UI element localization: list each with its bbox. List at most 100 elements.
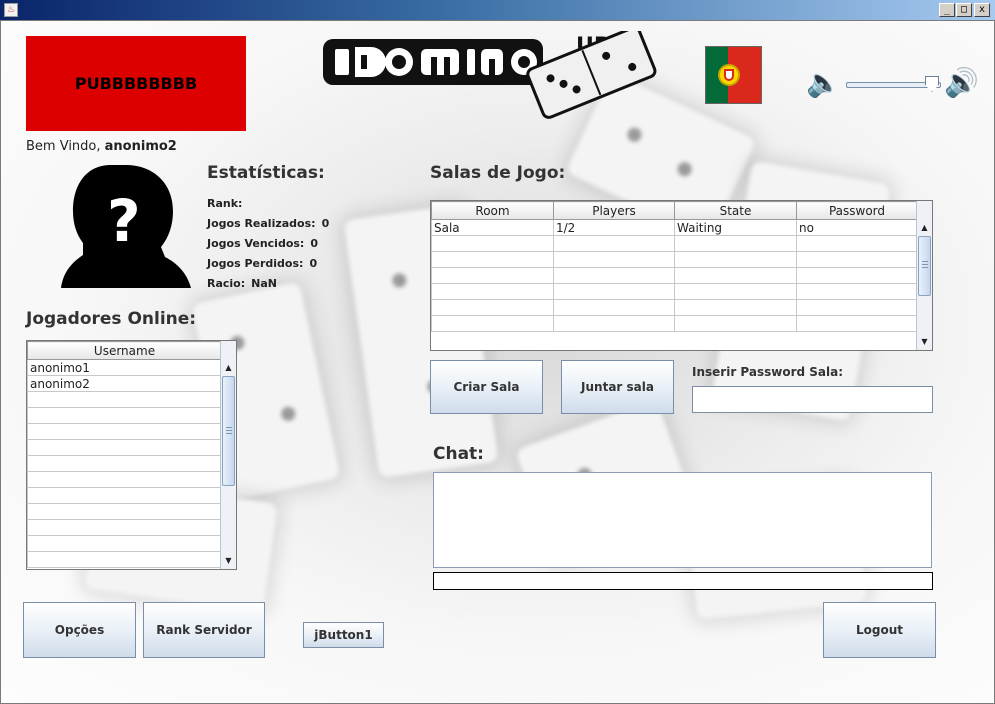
room-cell[interactable]: [431, 283, 554, 300]
rooms-header-password[interactable]: Password: [796, 201, 918, 220]
room-cell[interactable]: [431, 267, 554, 284]
stat-ratio: Racio: NaN: [207, 277, 277, 290]
room-cell[interactable]: [674, 235, 797, 252]
speaker-high-icon[interactable]: 🔊: [944, 66, 979, 99]
java-icon: ♨: [4, 3, 18, 17]
room-cell[interactable]: [674, 315, 797, 332]
table-row[interactable]: [431, 235, 918, 252]
room-cell[interactable]: [674, 299, 797, 316]
speaker-low-icon[interactable]: 🔈: [806, 66, 841, 99]
table-row[interactable]: [27, 535, 222, 552]
room-cell[interactable]: [553, 235, 675, 252]
room-cell[interactable]: [431, 315, 554, 332]
player-cell[interactable]: [27, 551, 222, 568]
rank-server-button[interactable]: Rank Servidor: [143, 602, 265, 658]
scroll-down-icon[interactable]: ▼: [917, 335, 932, 349]
stat-won-label: Jogos Vencidos:: [207, 237, 305, 250]
player-cell[interactable]: [27, 535, 222, 552]
table-row[interactable]: [431, 299, 918, 316]
room-cell[interactable]: [796, 283, 918, 300]
table-row[interactable]: [27, 487, 222, 504]
welcome-message: Bem Vindo, anonimo2: [26, 139, 177, 154]
chat-input[interactable]: [433, 572, 933, 590]
room-cell[interactable]: [674, 251, 797, 268]
room-cell[interactable]: [553, 251, 675, 268]
table-row[interactable]: [431, 315, 918, 332]
room-cell[interactable]: [796, 299, 918, 316]
table-row[interactable]: [27, 439, 222, 456]
room-cell[interactable]: [796, 267, 918, 284]
room-cell[interactable]: [553, 299, 675, 316]
room-cell[interactable]: [796, 315, 918, 332]
rooms-header-players[interactable]: Players: [553, 201, 675, 220]
ad-banner[interactable]: PUBBBBBBBB: [26, 36, 246, 131]
scroll-up-icon[interactable]: ▲: [221, 361, 236, 375]
room-cell[interactable]: [796, 235, 918, 252]
close-button[interactable]: x: [974, 3, 990, 17]
player-cell[interactable]: [27, 455, 222, 472]
table-row[interactable]: Sala 1/2 Waiting no: [431, 219, 918, 236]
player-cell[interactable]: [27, 487, 222, 504]
maximize-button[interactable]: □: [956, 3, 972, 17]
players-header-username[interactable]: Username: [27, 341, 222, 360]
minimize-button[interactable]: _: [939, 3, 955, 17]
room-cell[interactable]: [431, 235, 554, 252]
table-row[interactable]: [27, 551, 222, 568]
table-row[interactable]: [431, 251, 918, 268]
window-titlebar[interactable]: ♨ _ □ x: [0, 0, 995, 20]
rooms-header-room[interactable]: Room: [431, 201, 554, 220]
players-scroll-thumb[interactable]: [222, 376, 235, 486]
player-cell[interactable]: [27, 519, 222, 536]
rooms-scroll-thumb[interactable]: [918, 236, 931, 296]
table-row[interactable]: [431, 267, 918, 284]
players-table[interactable]: Username anonimo1 anonimo2 ▲ ▼: [26, 340, 237, 570]
player-cell[interactable]: [27, 391, 222, 408]
table-row[interactable]: [431, 283, 918, 300]
player-cell[interactable]: anonimo2: [27, 375, 222, 392]
room-cell[interactable]: no: [796, 219, 918, 236]
table-row[interactable]: [27, 519, 222, 536]
room-cell[interactable]: Sala: [431, 219, 554, 236]
logout-button[interactable]: Logout: [823, 602, 936, 658]
create-room-button[interactable]: Criar Sala: [430, 360, 543, 414]
volume-slider-thumb[interactable]: [925, 76, 939, 92]
player-cell[interactable]: [27, 407, 222, 424]
room-cell[interactable]: [674, 267, 797, 284]
rooms-scrollbar[interactable]: ▲ ▼: [916, 201, 932, 350]
room-cell[interactable]: [796, 251, 918, 268]
players-scrollbar[interactable]: ▲ ▼: [220, 341, 236, 569]
rooms-table[interactable]: Room Players State Password Sala 1/2 Waiti…: [430, 200, 933, 351]
table-row[interactable]: [27, 455, 222, 472]
table-row[interactable]: [27, 407, 222, 424]
player-cell[interactable]: [27, 503, 222, 520]
scroll-down-icon[interactable]: ▼: [221, 554, 236, 568]
room-cell[interactable]: [431, 251, 554, 268]
room-cell[interactable]: [553, 283, 675, 300]
player-cell[interactable]: [27, 439, 222, 456]
room-cell[interactable]: 1/2: [553, 219, 675, 236]
player-cell[interactable]: [27, 471, 222, 488]
stat-lost: Jogos Perdidos: 0: [207, 257, 317, 270]
room-password-input[interactable]: [692, 386, 933, 413]
scroll-up-icon[interactable]: ▲: [917, 221, 932, 235]
join-room-button[interactable]: Juntar sala: [561, 360, 674, 414]
table-row[interactable]: [27, 423, 222, 440]
table-row[interactable]: [27, 391, 222, 408]
table-row[interactable]: anonimo2: [27, 375, 222, 392]
chat-title: Chat:: [433, 444, 484, 464]
player-cell[interactable]: anonimo1: [27, 359, 222, 376]
table-row[interactable]: [27, 503, 222, 520]
room-cell[interactable]: [674, 283, 797, 300]
rooms-header-state[interactable]: State: [674, 201, 797, 220]
player-cell[interactable]: [27, 423, 222, 440]
room-cell[interactable]: Waiting: [674, 219, 797, 236]
table-row[interactable]: anonimo1: [27, 359, 222, 376]
options-button[interactable]: Opções: [23, 602, 136, 658]
jbutton1-button[interactable]: jButton1: [303, 622, 384, 648]
room-cell[interactable]: [553, 315, 675, 332]
room-cell[interactable]: [431, 299, 554, 316]
table-row[interactable]: [27, 471, 222, 488]
portugal-flag-icon[interactable]: [705, 46, 762, 104]
room-cell[interactable]: [553, 267, 675, 284]
chat-messages-area[interactable]: [433, 472, 932, 568]
